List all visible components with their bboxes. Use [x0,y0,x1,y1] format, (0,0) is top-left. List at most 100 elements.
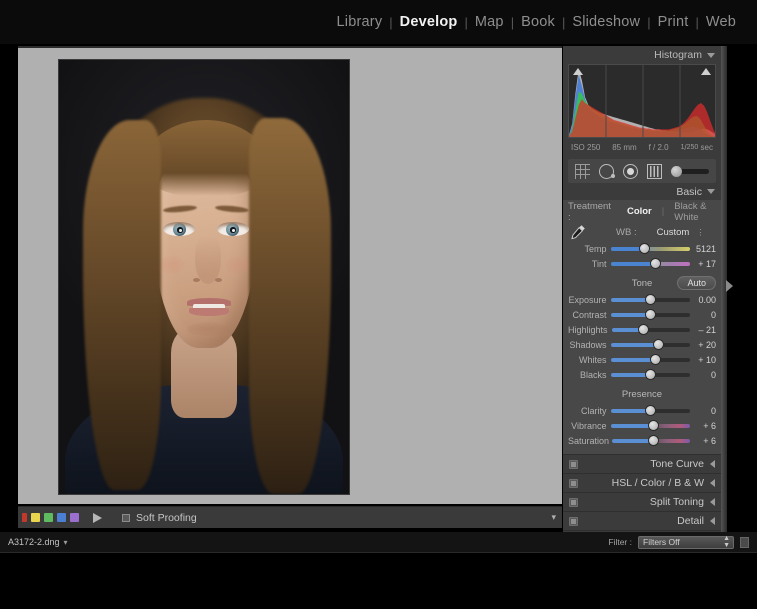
white-balance-value[interactable]: Custom [657,227,690,238]
slider-knob[interactable] [638,325,648,334]
chevron-down-icon[interactable] [707,189,715,194]
filter-lock-icon[interactable] [740,536,749,548]
slider-row-shadows[interactable]: Shadows + 20 [568,338,716,351]
shadow-clipping-indicator-icon[interactable] [573,68,583,75]
treatment-option-black-and-white[interactable]: Black & White [670,201,716,223]
histogram-panel-header[interactable]: Histogram [563,46,721,64]
treatment-option-color[interactable]: Color [623,206,656,217]
slider-track[interactable] [611,294,691,305]
white-balance-selector-icon[interactable] [568,222,588,242]
panel-enable-switch[interactable] [569,459,578,469]
color-label-swatch[interactable] [22,513,27,522]
graduated-filter-icon[interactable] [647,163,662,179]
filmstrip[interactable] [0,552,757,609]
soft-proofing-checkbox[interactable] [122,513,130,522]
slider-value[interactable]: + 6 [690,436,716,446]
slider-value[interactable]: + 20 [690,340,716,350]
slider-track[interactable] [611,339,691,350]
toolbar-options-caret-icon[interactable]: ▾ [551,512,556,523]
slider-value[interactable]: 0 [690,370,716,380]
chevron-left-icon[interactable] [710,517,715,525]
chevron-down-icon[interactable] [707,52,715,58]
panel-enable-switch[interactable] [569,516,578,526]
play-impromptu-slideshow-icon[interactable] [93,512,102,523]
slider-track[interactable] [612,324,691,335]
module-library[interactable]: Library [330,14,390,30]
highlight-clipping-indicator-icon[interactable] [701,68,711,75]
slider-value[interactable]: + 6 [690,421,716,431]
slider-track[interactable] [611,243,691,254]
slider-track[interactable] [611,420,691,431]
slider-row-contrast[interactable]: Contrast 0 [568,308,716,321]
color-label-swatch[interactable] [44,513,53,522]
color-label-swatch[interactable] [31,513,40,522]
slider-track[interactable] [611,369,691,380]
chevron-left-icon[interactable] [710,460,715,468]
slider-row-vibrance[interactable]: Vibrance + 6 [568,419,716,432]
histogram-graph[interactable] [568,64,716,138]
slider-track[interactable] [611,309,691,320]
panel-header-split-toning[interactable]: Split Toning [563,492,721,511]
slider-track[interactable] [612,435,691,446]
slider-value[interactable]: 0.00 [690,295,716,305]
slider-row-clarity[interactable]: Clarity 0 [568,404,716,417]
slider-knob[interactable] [646,406,656,415]
panel-enable-switch[interactable] [569,497,578,507]
spot-removal-icon[interactable] [599,163,615,179]
slider-track[interactable] [611,354,691,365]
source-dropdown-icon[interactable]: ▾ [64,538,68,547]
module-web[interactable]: Web [699,14,743,30]
exif-info-row: ISO 250 85 mm f / 2.0 1/250 sec [568,141,716,154]
filter-select[interactable]: Filters Off ▲ ▼ [638,535,734,549]
slider-knob[interactable] [654,340,664,349]
panel-header-hsl-color-b-w[interactable]: HSL / Color / B & W [563,473,721,492]
slider-knob[interactable] [640,244,650,253]
red-eye-correction-icon[interactable] [623,163,638,179]
slider-row-saturation[interactable]: Saturation + 6 [568,434,716,447]
module-develop[interactable]: Develop [393,14,465,30]
slider-knob[interactable] [648,421,658,430]
slider-track[interactable] [611,258,691,269]
slider-value[interactable]: 0 [690,406,716,416]
slider-row-whites[interactable]: Whites + 10 [568,353,716,366]
slider-knob[interactable] [646,295,656,304]
slider-knob[interactable] [646,310,656,319]
slider-row-temp[interactable]: Temp 5121 [568,242,716,255]
slider-row-exposure[interactable]: Exposure 0.00 [568,293,716,306]
panel-header-tone-curve[interactable]: Tone Curve [563,454,721,473]
panel-enable-switch[interactable] [569,478,578,488]
slider-row-tint[interactable]: Tint + 17 [568,257,716,270]
auto-tone-button[interactable]: Auto [677,276,716,290]
slider-value[interactable]: – 21 [690,325,716,335]
panel-header-detail[interactable]: Detail [563,511,721,530]
crop-overlay-icon[interactable] [575,163,590,179]
module-map[interactable]: Map [468,14,511,30]
brush-slider-knob[interactable] [671,165,682,177]
chevron-left-icon[interactable] [710,479,715,487]
adjustment-brush-slider[interactable] [671,164,709,178]
slider-knob[interactable] [651,259,661,268]
slider-value[interactable]: + 17 [690,259,716,269]
basic-panel-header[interactable]: Basic [563,183,721,200]
module-print[interactable]: Print [651,14,696,30]
module-slideshow[interactable]: Slideshow [565,14,647,30]
chevron-left-icon[interactable] [710,498,715,506]
color-label-swatches[interactable] [22,513,79,522]
slider-knob[interactable] [646,370,656,379]
color-label-swatch[interactable] [70,513,79,522]
color-label-swatch[interactable] [57,513,66,522]
white-balance-dropdown-icon[interactable]: ⋮ [696,228,704,237]
show-right-panel-arrow-icon[interactable] [726,280,733,292]
image-canvas[interactable] [18,46,562,504]
slider-value[interactable]: 5121 [690,244,716,254]
module-book[interactable]: Book [514,14,562,30]
filter-dropdown-icon[interactable]: ▲ ▼ [723,535,730,549]
slider-track[interactable] [611,405,691,416]
slider-value[interactable]: 0 [690,310,716,320]
slider-row-highlights[interactable]: Highlights – 21 [568,323,716,336]
slider-knob[interactable] [651,355,661,364]
slider-knob[interactable] [649,436,659,445]
slider-value[interactable]: + 10 [690,355,716,365]
photo-preview[interactable] [59,60,349,494]
slider-row-blacks[interactable]: Blacks 0 [568,368,716,381]
